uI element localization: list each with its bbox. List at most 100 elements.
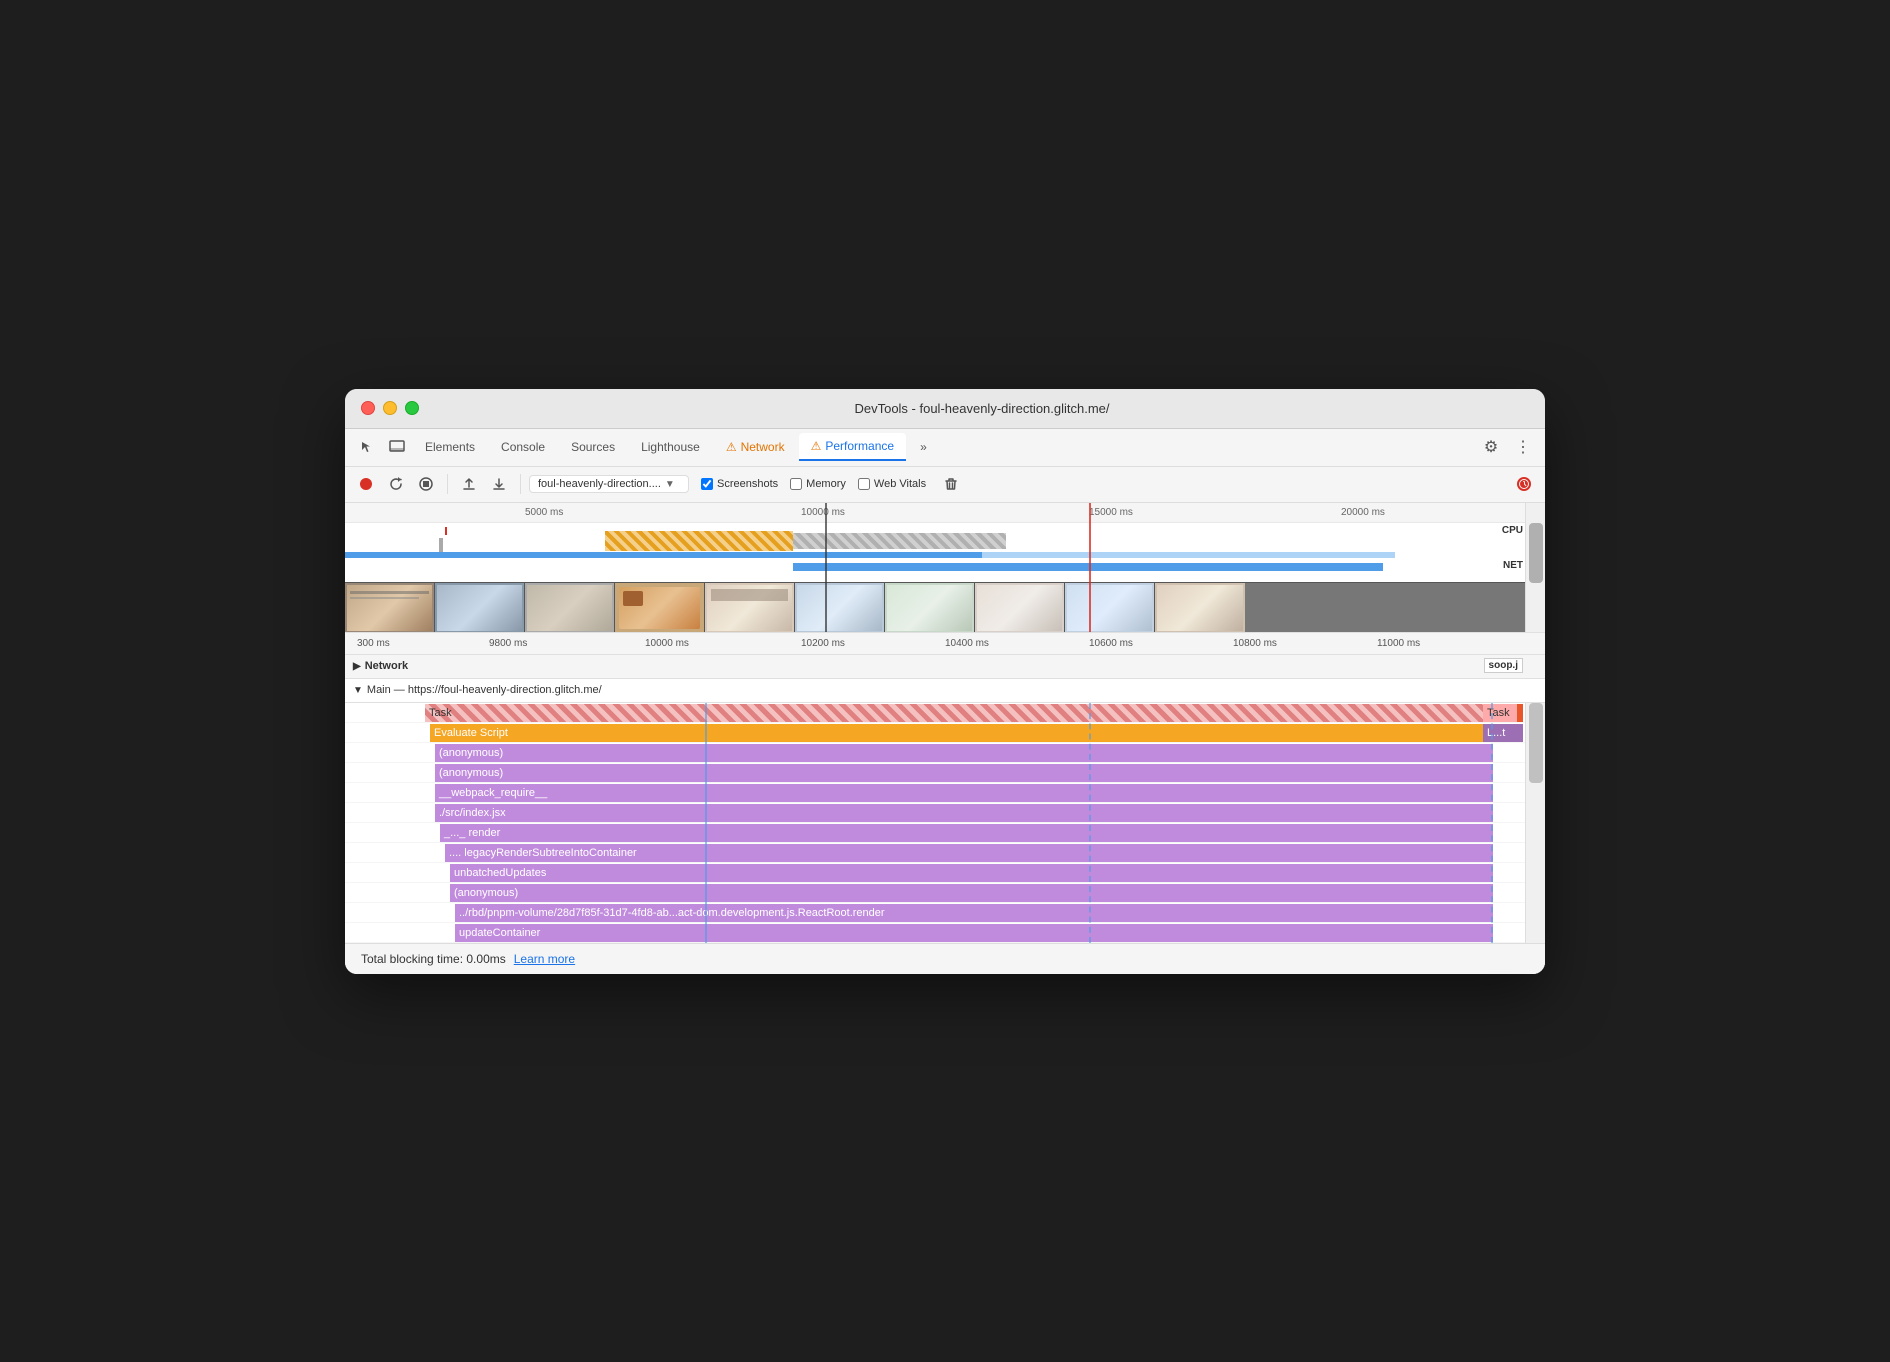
memory-checkbox[interactable]: Memory [790, 478, 846, 490]
detail-mark-10000: 10000 ms [645, 638, 689, 649]
evaluate-bar-label: Evaluate Script [434, 727, 508, 739]
status-bar: Total blocking time: 0.00ms Learn more [345, 943, 1545, 974]
toolbar: foul-heavenly-direction.... ▼ Screenshot… [345, 467, 1545, 503]
download-button[interactable] [486, 471, 512, 497]
time-marker-2 [1089, 503, 1091, 632]
screenshot-7 [885, 583, 975, 632]
upload-button[interactable] [456, 471, 482, 497]
url-value: foul-heavenly-direction.... [538, 478, 661, 490]
more-options-icon[interactable]: ⋮ [1509, 433, 1537, 461]
cpu-yellow-bar [605, 531, 794, 551]
screenshot-4 [615, 583, 705, 632]
screenshots-input[interactable] [701, 478, 713, 490]
flame-row-anon1: (anonymous) [345, 743, 1545, 763]
dock-icon[interactable] [383, 433, 411, 461]
devtools-window: DevTools - foul-heavenly-direction.glitc… [345, 389, 1545, 974]
ruler-mark-10000: 10000 ms [801, 507, 845, 518]
reload-button[interactable] [383, 471, 409, 497]
srcindex-bar-label: ./src/index.jsx [439, 807, 506, 819]
flame-scrollbar[interactable] [1525, 703, 1545, 943]
screenshot-strip [345, 582, 1525, 632]
flame-v-marker-3 [1491, 703, 1493, 943]
flame-row-srcindex: ./src/index.jsx [345, 803, 1545, 823]
web-vitals-checkbox[interactable]: Web Vitals [858, 478, 926, 490]
detail-mark-10400: 10400 ms [945, 638, 989, 649]
flame-row-update: updateContainer [345, 923, 1545, 943]
flame-chart: Task Task Evaluate Script L...t (anonymo… [345, 703, 1545, 943]
anon3-bar: (anonymous) [450, 884, 1493, 902]
tab-performance-label: Performance [825, 439, 894, 453]
memory-input[interactable] [790, 478, 802, 490]
cpu-label: CPU [1502, 525, 1523, 536]
title-bar: DevTools - foul-heavenly-direction.glitc… [345, 389, 1545, 429]
anon2-bar-label: (anonymous) [439, 767, 503, 779]
main-section-header: ▼ Main — https://foul-heavenly-direction… [345, 679, 1545, 703]
record-button[interactable] [353, 471, 379, 497]
devtools-body: Elements Console Sources Lighthouse ⚠ Ne… [345, 429, 1545, 974]
main-section-label: Main — https://foul-heavenly-direction.g… [367, 684, 602, 696]
detail-ruler: 300 ms 9800 ms 10000 ms 10200 ms 10400 m… [345, 633, 1545, 655]
tab-overflow[interactable]: » [908, 434, 939, 460]
checkbox-group: Screenshots Memory Web Vitals [701, 478, 926, 490]
network-expand-icon[interactable]: ▶ [353, 661, 361, 672]
tab-console[interactable]: Console [489, 434, 557, 460]
update-bar: updateContainer [455, 924, 1493, 942]
url-selector[interactable]: foul-heavenly-direction.... ▼ [529, 475, 689, 493]
cursor-icon[interactable] [353, 433, 381, 461]
blocking-time-text: Total blocking time: 0.00ms [361, 952, 506, 966]
cpu-red-spike [445, 527, 447, 535]
maximize-button[interactable] [405, 401, 419, 415]
main-expand-icon[interactable]: ▼ [353, 685, 363, 696]
window-title: DevTools - foul-heavenly-direction.glitc… [435, 401, 1529, 416]
ruler-mark-20000: 20000 ms [1341, 507, 1385, 518]
network-section-header: ▶ Network soop.j [345, 655, 1545, 679]
evaluate-bar: Evaluate Script [430, 724, 1523, 742]
screenshots-checkbox[interactable]: Screenshots [701, 478, 778, 490]
screenshot-9 [1065, 583, 1155, 632]
tab-network[interactable]: ⚠ Network [714, 434, 797, 460]
web-vitals-input[interactable] [858, 478, 870, 490]
legacy-bar-label: .... legacyRenderSubtreeIntoContainer [449, 847, 637, 859]
anon1-bar: (anonymous) [435, 744, 1493, 762]
timeline-overview[interactable]: 5000 ms 10000 ms 15000 ms 20000 ms CPU [345, 503, 1545, 633]
tab-lighthouse-label: Lighthouse [641, 440, 700, 454]
settings-icon[interactable]: ⚙ [1477, 433, 1505, 461]
flame-row-anon2: (anonymous) [345, 763, 1545, 783]
tab-lighthouse[interactable]: Lighthouse [629, 434, 712, 460]
stop-button[interactable] [413, 471, 439, 497]
clear-button[interactable] [938, 471, 964, 497]
flame-row-anon3: (anonymous) [345, 883, 1545, 903]
anon1-bar-label: (anonymous) [439, 747, 503, 759]
minimize-button[interactable] [383, 401, 397, 415]
close-button[interactable] [361, 401, 375, 415]
performance-settings-icon[interactable] [1511, 471, 1537, 497]
toolbar-separator-2 [520, 474, 521, 494]
task-bar: Task [425, 704, 1523, 722]
overview-scrollbar-thumb[interactable] [1529, 523, 1543, 583]
flame-row-evaluate: Evaluate Script L...t [345, 723, 1545, 743]
rbd-bar-label: ../rbd/pnpm-volume/28d7f85f-31d7-4fd8-ab… [459, 907, 885, 919]
flame-row-unbatched: unbatchedUpdates [345, 863, 1545, 883]
tab-overflow-label: » [920, 440, 927, 454]
screenshot-1 [345, 583, 435, 632]
webpack-bar-label: __webpack_require__ [439, 787, 547, 799]
screenshot-3 [525, 583, 615, 632]
tab-sources[interactable]: Sources [559, 434, 627, 460]
screenshot-8 [975, 583, 1065, 632]
web-vitals-label: Web Vitals [874, 478, 926, 490]
url-dropdown-icon: ▼ [665, 479, 675, 490]
flame-v-marker-2 [1089, 703, 1091, 943]
tab-performance[interactable]: ⚠ Performance [799, 433, 906, 461]
render-bar-label: _..._ render [444, 827, 500, 839]
anon3-bar-label: (anonymous) [454, 887, 518, 899]
performance-warning-icon: ⚠ [811, 439, 822, 453]
overview-scrollbar[interactable] [1525, 503, 1545, 632]
learn-more-link[interactable]: Learn more [514, 952, 575, 966]
update-bar-label: updateContainer [459, 927, 540, 939]
flame-scrollbar-thumb[interactable] [1529, 703, 1543, 783]
network-warning-icon: ⚠ [726, 440, 737, 454]
tab-network-label: Network [741, 440, 785, 454]
task-error-indicator [1517, 704, 1523, 722]
cpu-area [345, 523, 1525, 558]
tab-elements[interactable]: Elements [413, 434, 487, 460]
